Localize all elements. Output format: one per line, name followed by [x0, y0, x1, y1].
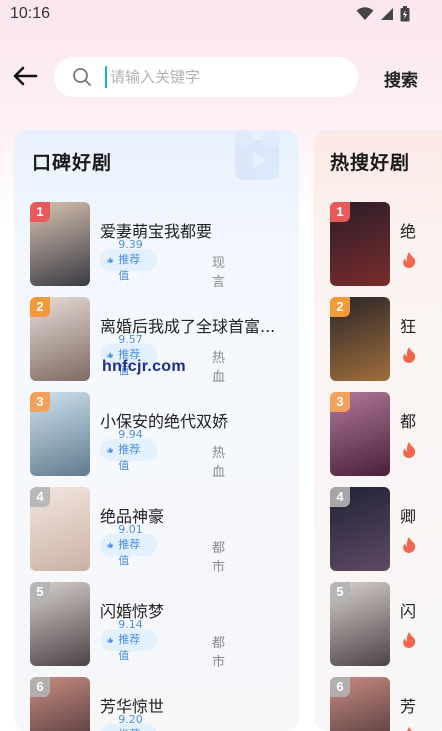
score-pill: 9.14推荐值: [100, 618, 157, 662]
rank-badge: 2: [330, 297, 350, 317]
search-input[interactable]: [110, 65, 340, 89]
drama-title[interactable]: 芳: [400, 693, 416, 717]
panel-word-of-mouth: 口碑好剧 1 爱妻萌宝我都要 9.39推荐值 现言 2 离婚后我成了全球首富..…: [14, 130, 299, 731]
score-pill: 9.39推荐值: [100, 238, 157, 282]
genre-label: 热血: [212, 446, 226, 480]
thumb-up-icon: [107, 447, 113, 453]
signal-icon: [381, 8, 393, 20]
fire-icon: [403, 537, 416, 553]
rank-badge: 5: [330, 582, 350, 602]
panel-title-right: 热搜好剧: [330, 152, 411, 174]
score-value: 9.94推荐值: [118, 427, 143, 472]
score-pill: 9.20推荐值: [100, 713, 157, 731]
score-value: 9.14推荐值: [118, 617, 143, 662]
genre-label: 都市: [212, 541, 226, 575]
drama-title[interactable]: 爱妻萌宝我都要: [100, 218, 212, 242]
panel-hot-search: 热搜好剧 1 绝 2 狂 3 都 4 卿 5 闪 6 芳: [314, 130, 442, 731]
thumb-up-icon: [107, 257, 113, 263]
watermark-text: hnfcjr.com: [102, 358, 186, 375]
search-bar: 搜索: [0, 55, 442, 99]
battery-icon: [400, 6, 410, 22]
thumb-up-icon: [107, 637, 113, 643]
score-pill: 9.94推荐值: [100, 428, 157, 472]
genre-label: 都市: [212, 727, 225, 731]
rank-badge: 6: [30, 677, 50, 697]
text-caret: [105, 66, 107, 88]
genre-label: 现言: [212, 256, 226, 290]
fire-icon: [403, 347, 416, 363]
score-value: 9.01推荐值: [118, 522, 143, 567]
fire-icon: [403, 442, 416, 458]
score-value: 9.39推荐值: [118, 237, 143, 282]
rank-badge: 1: [30, 202, 50, 222]
drama-title[interactable]: 闪: [400, 598, 416, 622]
score-value: 9.20推荐值: [118, 712, 143, 731]
rank-badge: 3: [30, 392, 50, 412]
fire-icon: [407, 727, 412, 731]
fire-icon: [403, 252, 416, 268]
panel-title-left: 口碑好剧: [32, 152, 113, 174]
system-icons: [356, 6, 410, 22]
thumb-up-icon: [107, 542, 113, 548]
rank-badge: 2: [30, 297, 50, 317]
rank-badge: 4: [30, 487, 50, 507]
drama-title[interactable]: 绝: [400, 218, 416, 242]
search-box[interactable]: [54, 57, 358, 97]
wifi-icon: [356, 7, 374, 20]
film-decoration-icon: [234, 130, 280, 180]
drama-title[interactable]: 都: [400, 408, 416, 432]
rank-badge: 1: [330, 202, 350, 222]
fire-icon: [403, 632, 416, 648]
drama-title[interactable]: 卿: [400, 503, 416, 527]
rank-badge: 4: [330, 487, 350, 507]
genre-label: 热血: [212, 351, 226, 385]
score-pill: 9.01推荐值: [100, 523, 157, 567]
genre-label: 都市: [212, 636, 226, 670]
status-bar: 10:16: [0, 0, 442, 30]
rank-badge: 3: [330, 392, 350, 412]
status-time: 10:16: [10, 5, 51, 22]
back-arrow-icon[interactable]: [12, 65, 38, 87]
rank-badge: 5: [30, 582, 50, 602]
rank-badge: 6: [330, 677, 350, 697]
search-icon: [73, 68, 91, 86]
search-button[interactable]: 搜索: [384, 66, 418, 91]
drama-title[interactable]: 狂: [400, 313, 416, 337]
